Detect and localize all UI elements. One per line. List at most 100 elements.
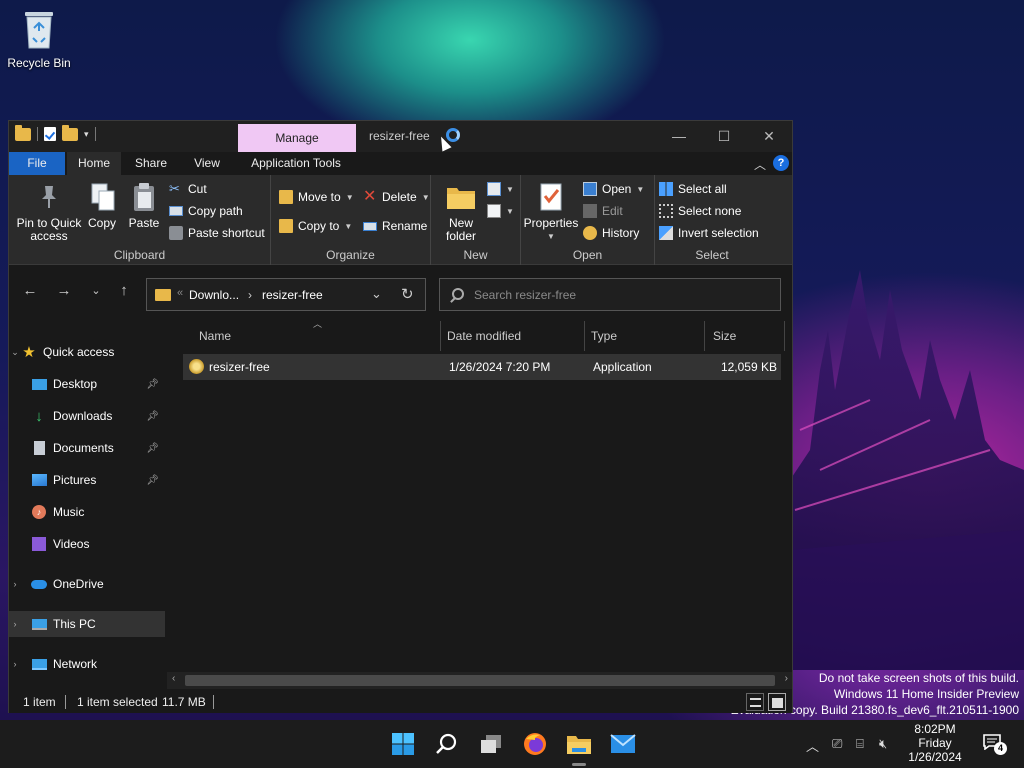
tab-application-tools[interactable]: Application Tools [241, 152, 351, 175]
tab-share[interactable]: Share [125, 152, 177, 175]
collapse-chevron-icon[interactable]: ⌄ [9, 347, 21, 358]
clock[interactable]: 8:02PM Friday 1/26/2024 [900, 722, 970, 764]
file-explorer-taskbar-button[interactable] [565, 730, 593, 766]
tab-file[interactable]: File [9, 152, 65, 175]
show-hidden-icons-chevron-icon[interactable]: ︿ [806, 736, 819, 755]
scrollbar-thumb[interactable] [185, 675, 775, 686]
select-all-button[interactable]: Select all [659, 179, 727, 199]
scroll-left-icon[interactable]: ‹ [172, 673, 175, 684]
status-bar: 1 item 1 item selected 11.7 MB [9, 691, 792, 713]
search-input[interactable] [474, 285, 764, 305]
details-view-button[interactable] [746, 693, 764, 711]
address-overflow[interactable]: « [177, 287, 183, 299]
scroll-right-icon[interactable]: › [785, 673, 788, 684]
group-open: Properties ▼ Open ▼ Edit History Open [521, 175, 655, 265]
breadcrumb-downloads[interactable]: Downlo... [189, 288, 239, 302]
firefox-button[interactable] [521, 730, 549, 758]
expand-chevron-icon[interactable]: › [9, 659, 21, 669]
maximize-button[interactable]: ☐ [701, 121, 747, 151]
nav-this-pc[interactable]: › This PC [9, 611, 165, 637]
collapse-ribbon-chevron-icon[interactable]: ︿ [754, 156, 766, 173]
properties-quick-icon[interactable] [44, 127, 56, 141]
pin-icon[interactable]: 📌︎ [146, 475, 159, 486]
computer-icon [31, 616, 47, 632]
table-row[interactable]: resizer-free 1/26/2024 7:20 PM Applicati… [183, 354, 781, 380]
title-bar[interactable]: ▾ Manage resizer-free — ☐ ✕ [9, 121, 792, 152]
recycle-bin-desktop-icon[interactable]: Recycle Bin [6, 8, 72, 70]
new-folder-button[interactable]: New folder [441, 181, 481, 243]
column-header-type[interactable]: Type [583, 321, 705, 351]
nav-downloads[interactable]: ↓ Downloads 📌︎ [9, 403, 165, 429]
search-taskbar-button[interactable] [433, 730, 461, 758]
nav-music[interactable]: ♪ Music [9, 499, 165, 525]
breadcrumb-resizer-free[interactable]: resizer-free [262, 288, 323, 302]
easy-access-button[interactable]: ▼ [487, 201, 514, 221]
cut-button[interactable]: ✂ Cut [169, 179, 207, 199]
copy-path-button[interactable]: Copy path [169, 201, 243, 221]
nav-quick-access[interactable]: ⌄ ★ Quick access [9, 339, 165, 365]
open-button[interactable]: Open ▼ [583, 179, 644, 199]
history-icon [583, 226, 597, 240]
select-none-button[interactable]: Select none [659, 201, 741, 221]
start-button[interactable] [389, 730, 417, 758]
mail-button[interactable] [609, 730, 637, 758]
recent-locations-chevron-icon[interactable]: ⌄ [85, 280, 107, 302]
paste-shortcut-button[interactable]: Paste shortcut [169, 223, 265, 243]
move-to-icon [279, 190, 293, 204]
close-button[interactable]: ✕ [746, 121, 792, 151]
new-folder-quick-icon[interactable] [62, 124, 78, 141]
nav-network[interactable]: › Network [9, 651, 165, 677]
nav-documents[interactable]: Documents 📌︎ [9, 435, 165, 461]
rename-button[interactable]: Rename [363, 216, 427, 236]
device-icon[interactable]: ⎚ [832, 736, 842, 752]
task-view-button[interactable] [477, 730, 505, 758]
expand-chevron-icon[interactable]: › [9, 579, 21, 589]
address-bar[interactable]: « Downlo... › resizer-free ⌄ ↻ [146, 278, 426, 311]
up-arrow-icon[interactable]: ↑ [113, 280, 135, 302]
breadcrumb-separator[interactable]: › [248, 288, 252, 302]
selection-size: 11.7 MB [162, 695, 206, 709]
nav-label: Documents [53, 441, 114, 455]
address-history-chevron-icon[interactable]: ⌄ [371, 286, 382, 302]
tab-manage[interactable]: Manage [238, 124, 356, 152]
history-button[interactable]: History [583, 223, 639, 243]
paste-button[interactable]: Paste [127, 181, 161, 230]
tab-view[interactable]: View [181, 152, 233, 175]
nav-desktop[interactable]: Desktop 📌︎ [9, 371, 165, 397]
minimize-button[interactable]: — [656, 121, 702, 151]
expand-chevron-icon[interactable]: › [9, 619, 21, 629]
refresh-icon[interactable]: ↻ [401, 285, 414, 303]
pin-icon[interactable]: 📌︎ [146, 411, 159, 422]
properties-button[interactable]: Properties ▼ [523, 181, 579, 243]
windows-logo-icon [392, 733, 414, 755]
pin-icon[interactable]: 📌︎ [146, 379, 159, 390]
copy-to-button[interactable]: Copy to ▼ [279, 216, 352, 236]
nav-videos[interactable]: Videos [9, 531, 165, 557]
volume-muted-icon[interactable]: 🔇︎ [879, 736, 887, 752]
help-icon[interactable]: ? [773, 155, 789, 171]
column-header-date-modified[interactable]: Date modified [439, 321, 585, 351]
back-arrow-icon[interactable]: ← [19, 280, 41, 302]
edit-button[interactable]: Edit [583, 201, 623, 221]
column-header-name[interactable]: Name [191, 321, 441, 351]
column-header-size[interactable]: Size [705, 321, 785, 351]
search-box[interactable] [439, 278, 781, 311]
pin-icon[interactable]: 📌︎ [146, 443, 159, 454]
new-item-button[interactable]: ▼ [487, 179, 514, 199]
copy-button[interactable]: Copy [87, 181, 117, 230]
invert-selection-button[interactable]: Invert selection [659, 223, 759, 243]
delete-button[interactable]: ✕ Delete ▼ [363, 187, 430, 207]
pin-to-quick-access-button[interactable]: Pin to Quick access [14, 181, 84, 243]
large-icons-view-button[interactable] [768, 693, 786, 711]
city-skyline-wallpaper [790, 270, 1024, 670]
move-to-button[interactable]: Move to ▼ [279, 187, 354, 207]
forward-arrow-icon[interactable]: → [53, 280, 75, 302]
network-status-icon[interactable]: ⌸ [856, 736, 864, 752]
tab-home[interactable]: Home [67, 152, 121, 175]
nav-onedrive[interactable]: › OneDrive [9, 571, 165, 597]
nav-pictures[interactable]: Pictures 📌︎ [9, 467, 165, 493]
horizontal-scrollbar[interactable]: ‹ › [167, 672, 792, 689]
notification-center-button[interactable]: 4 [983, 734, 1007, 755]
videos-icon [31, 536, 47, 552]
customize-toolbar-chevron-icon[interactable]: ▾ [84, 129, 89, 140]
